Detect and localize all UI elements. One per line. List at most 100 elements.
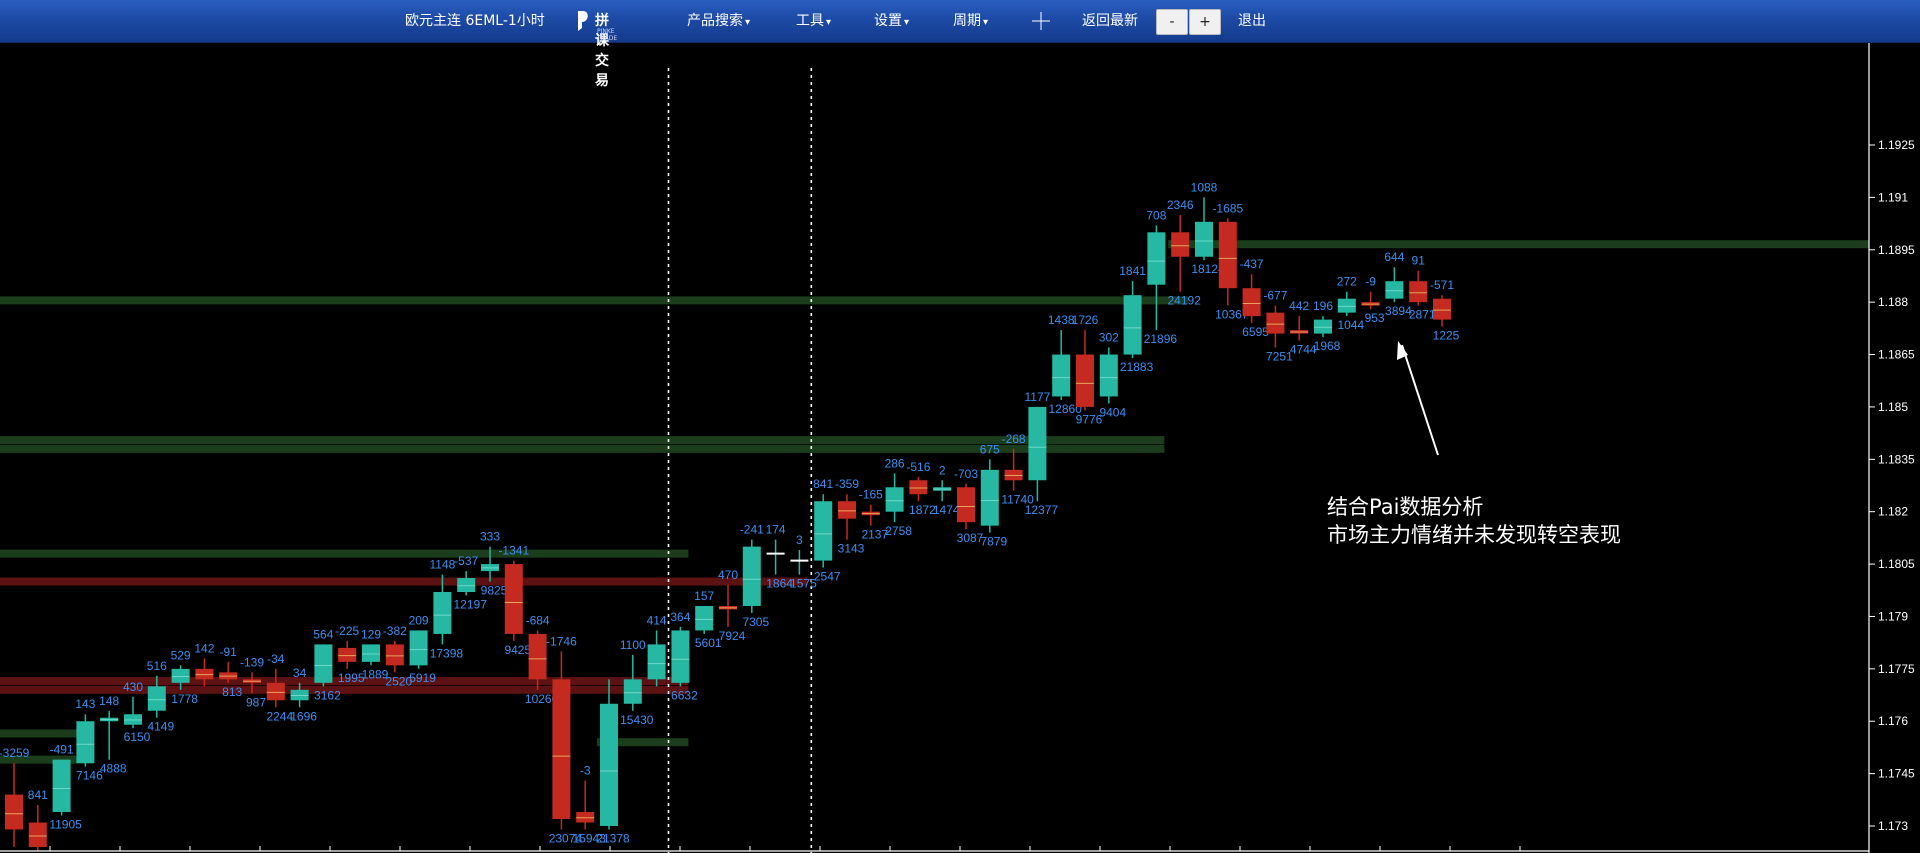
candle-label-bottom: 3162 bbox=[314, 688, 341, 702]
candle-body bbox=[600, 703, 618, 826]
candle-label-top: -537 bbox=[454, 554, 478, 568]
candle-body bbox=[147, 686, 166, 711]
candle-label-bottom: 987 bbox=[246, 695, 266, 709]
candle-label-top: 675 bbox=[980, 442, 1000, 456]
crosshair-icon[interactable] bbox=[1032, 12, 1050, 30]
level-line bbox=[0, 549, 689, 558]
candle-label-top: -9 bbox=[1365, 275, 1376, 289]
candle-body bbox=[1218, 221, 1237, 289]
candlestick-chart[interactable]: -325984121977-49111905143714614848884306… bbox=[0, 43, 1920, 853]
logo-mark-icon bbox=[578, 11, 588, 31]
candle-body bbox=[76, 721, 95, 764]
candle-label-top: -225 bbox=[335, 624, 359, 638]
candle-label-top: 564 bbox=[313, 627, 333, 641]
candle-label-bottom: 1044 bbox=[1337, 318, 1364, 332]
candle-label-top: 209 bbox=[409, 613, 429, 627]
candle-body bbox=[576, 812, 595, 823]
menu-tools[interactable]: 工具 bbox=[796, 0, 831, 42]
candle-label-top: -268 bbox=[1002, 432, 1026, 446]
candle-label-top: 91 bbox=[1412, 254, 1426, 268]
candle-label-top: 196 bbox=[1313, 299, 1333, 313]
candle-label-top: -677 bbox=[1263, 289, 1287, 303]
instrument-title: 欧元主连 6EML-1小时 bbox=[405, 13, 545, 29]
candle-body bbox=[957, 487, 975, 523]
candle-label-top: 3 bbox=[796, 533, 803, 547]
menu-product-search[interactable]: 产品搜索 bbox=[687, 0, 750, 42]
candle-label-top: -491 bbox=[50, 743, 74, 757]
candle-label-top: 470 bbox=[718, 568, 738, 582]
candle-body bbox=[338, 647, 357, 662]
price-axis-label: 1.173 bbox=[1878, 819, 1908, 833]
candle-label-top: -241 bbox=[740, 523, 764, 537]
price-axis-label: 1.1865 bbox=[1878, 348, 1915, 362]
price-axis-label: 1.1745 bbox=[1878, 767, 1915, 781]
candle-label-top: 272 bbox=[1337, 275, 1357, 289]
candle-label-top: -3 bbox=[580, 764, 591, 778]
candle-label-top: 34 bbox=[293, 666, 307, 680]
candle-body bbox=[385, 644, 404, 666]
candle-body bbox=[1004, 469, 1023, 481]
candle-label-top: -139 bbox=[240, 655, 264, 669]
candle-label-top: -1746 bbox=[546, 634, 577, 648]
candle-body bbox=[409, 630, 428, 666]
candle-label-top: -91 bbox=[220, 645, 238, 659]
candle-body bbox=[1171, 232, 1190, 257]
candle-label-top: -684 bbox=[526, 613, 550, 627]
candle-label-top: -34 bbox=[267, 652, 285, 666]
candle-body bbox=[433, 592, 452, 634]
candle-label-top: 1841 bbox=[1119, 264, 1146, 278]
zoom-out-button[interactable]: - bbox=[1156, 9, 1188, 35]
candle-label-top: -437 bbox=[1240, 257, 1264, 271]
candle-label-top: 1177 bbox=[1024, 390, 1050, 404]
price-axis-label: 1.188 bbox=[1878, 295, 1908, 309]
candle-body bbox=[623, 679, 642, 704]
candle-label-bottom: 21883 bbox=[1120, 360, 1154, 374]
candle-label-bottom: 2871 bbox=[1409, 308, 1436, 322]
candle-label-top: 442 bbox=[1289, 299, 1309, 313]
price-axis-label: 1.1805 bbox=[1878, 557, 1915, 571]
candle-body bbox=[52, 759, 71, 813]
candle-body bbox=[171, 668, 190, 683]
price-axis-label: 1.1775 bbox=[1878, 662, 1915, 676]
level-line bbox=[0, 296, 1189, 305]
candle-label-top: 1100 bbox=[620, 638, 646, 652]
candle-body bbox=[1266, 312, 1285, 334]
candle-label-bottom: 813 bbox=[222, 685, 242, 699]
candle-label-top: 414 bbox=[647, 613, 667, 627]
candle-body bbox=[1028, 406, 1047, 481]
candle-body bbox=[266, 682, 285, 701]
candle-body bbox=[1433, 298, 1451, 320]
zoom-in-button[interactable]: + bbox=[1189, 9, 1221, 35]
candle-label-top: 129 bbox=[361, 627, 381, 641]
level-line bbox=[1168, 240, 1869, 249]
candle-label-top: 644 bbox=[1384, 250, 1404, 264]
candle-label-bottom: 1778 bbox=[171, 692, 198, 706]
candle-body bbox=[980, 469, 999, 526]
candle-label-bottom: 1225 bbox=[1433, 329, 1460, 343]
annotation-line-1: 结合Pai数据分析 bbox=[1327, 495, 1484, 519]
candle-label-top: 708 bbox=[1146, 208, 1166, 222]
candle-body bbox=[838, 501, 856, 519]
candle-body bbox=[1195, 221, 1213, 257]
candle-label-top: 1088 bbox=[1191, 180, 1218, 194]
menu-period[interactable]: 周期 bbox=[953, 0, 988, 42]
back-to-latest-button[interactable]: 返回最新 bbox=[1082, 0, 1138, 42]
candle-label-bottom: 953 bbox=[1365, 311, 1385, 325]
candle-label-bottom: 21896 bbox=[1144, 332, 1178, 346]
candle-label-top: 841 bbox=[28, 788, 48, 802]
candle-body bbox=[195, 668, 214, 680]
candle-body bbox=[671, 630, 690, 683]
candle-label-top: -1341 bbox=[498, 544, 529, 558]
price-axis-label: 1.185 bbox=[1878, 400, 1908, 414]
exit-button[interactable]: 退出 bbox=[1238, 0, 1266, 42]
candle-label-top: -703 bbox=[954, 467, 978, 481]
candle-label-bottom: 3143 bbox=[838, 542, 865, 556]
menu-settings[interactable]: 设置 bbox=[874, 0, 909, 42]
candle-body bbox=[457, 578, 476, 593]
candle-label-bottom: 1968 bbox=[1314, 339, 1341, 353]
candle-body bbox=[1337, 298, 1356, 313]
analysis-annotation: 结合Pai数据分析 市场主力情绪并未发现转空表现 bbox=[1327, 493, 1621, 549]
candle-label-bottom: 7305 bbox=[742, 615, 769, 629]
candle-label-bottom: 7924 bbox=[719, 629, 746, 643]
candle-label-bottom: 12197 bbox=[454, 598, 488, 612]
